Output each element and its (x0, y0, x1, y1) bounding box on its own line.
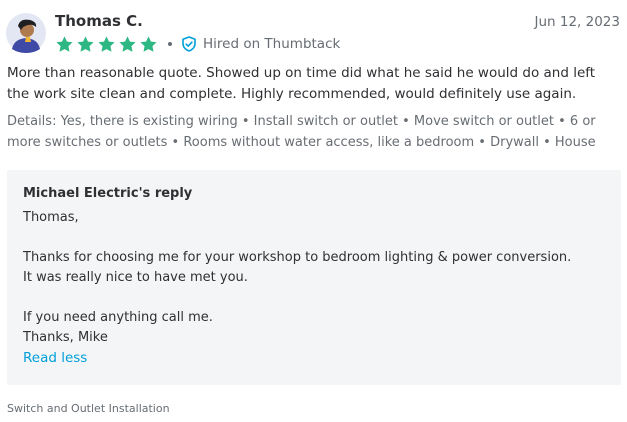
hired-badge: Hired on Thumbtack (203, 36, 341, 52)
review-card: Thomas C. Jun 12, 2023 Hired on Thumbtac… (0, 0, 627, 422)
reply-title: Michael Electric's reply (23, 186, 193, 201)
separator-dot (168, 42, 172, 46)
reply-text-line: If you need anything call me. (23, 310, 213, 325)
review-date: Jun 12, 2023 (534, 14, 620, 30)
shield-check-icon (182, 36, 196, 52)
star-icon (77, 35, 94, 52)
reply-greeting: Thomas, (23, 210, 79, 225)
star-icon (140, 35, 157, 52)
star-icon (98, 35, 115, 52)
business-reply: Michael Electric's reply Thomas, Thanks … (7, 170, 621, 385)
reply-text-line: It was really nice to have met you. (23, 270, 248, 285)
reply-text-line: Thanks for choosing me for your workshop… (23, 250, 572, 265)
reviewer-name: Thomas C. (55, 12, 143, 30)
star-rating (55, 35, 160, 54)
reply-signoff: Thanks, Mike (23, 330, 108, 345)
service-category: Switch and Outlet Installation (7, 402, 170, 415)
star-icon (119, 35, 136, 52)
star-icon (56, 35, 73, 52)
review-text: More than reasonable quote. Showed up on… (7, 65, 596, 102)
rating-row: Hired on Thumbtack (55, 33, 340, 55)
review-details: Details: Yes, there is existing wiring •… (7, 114, 596, 150)
avatar (6, 13, 46, 53)
read-less-link[interactable]: Read less (23, 348, 87, 368)
